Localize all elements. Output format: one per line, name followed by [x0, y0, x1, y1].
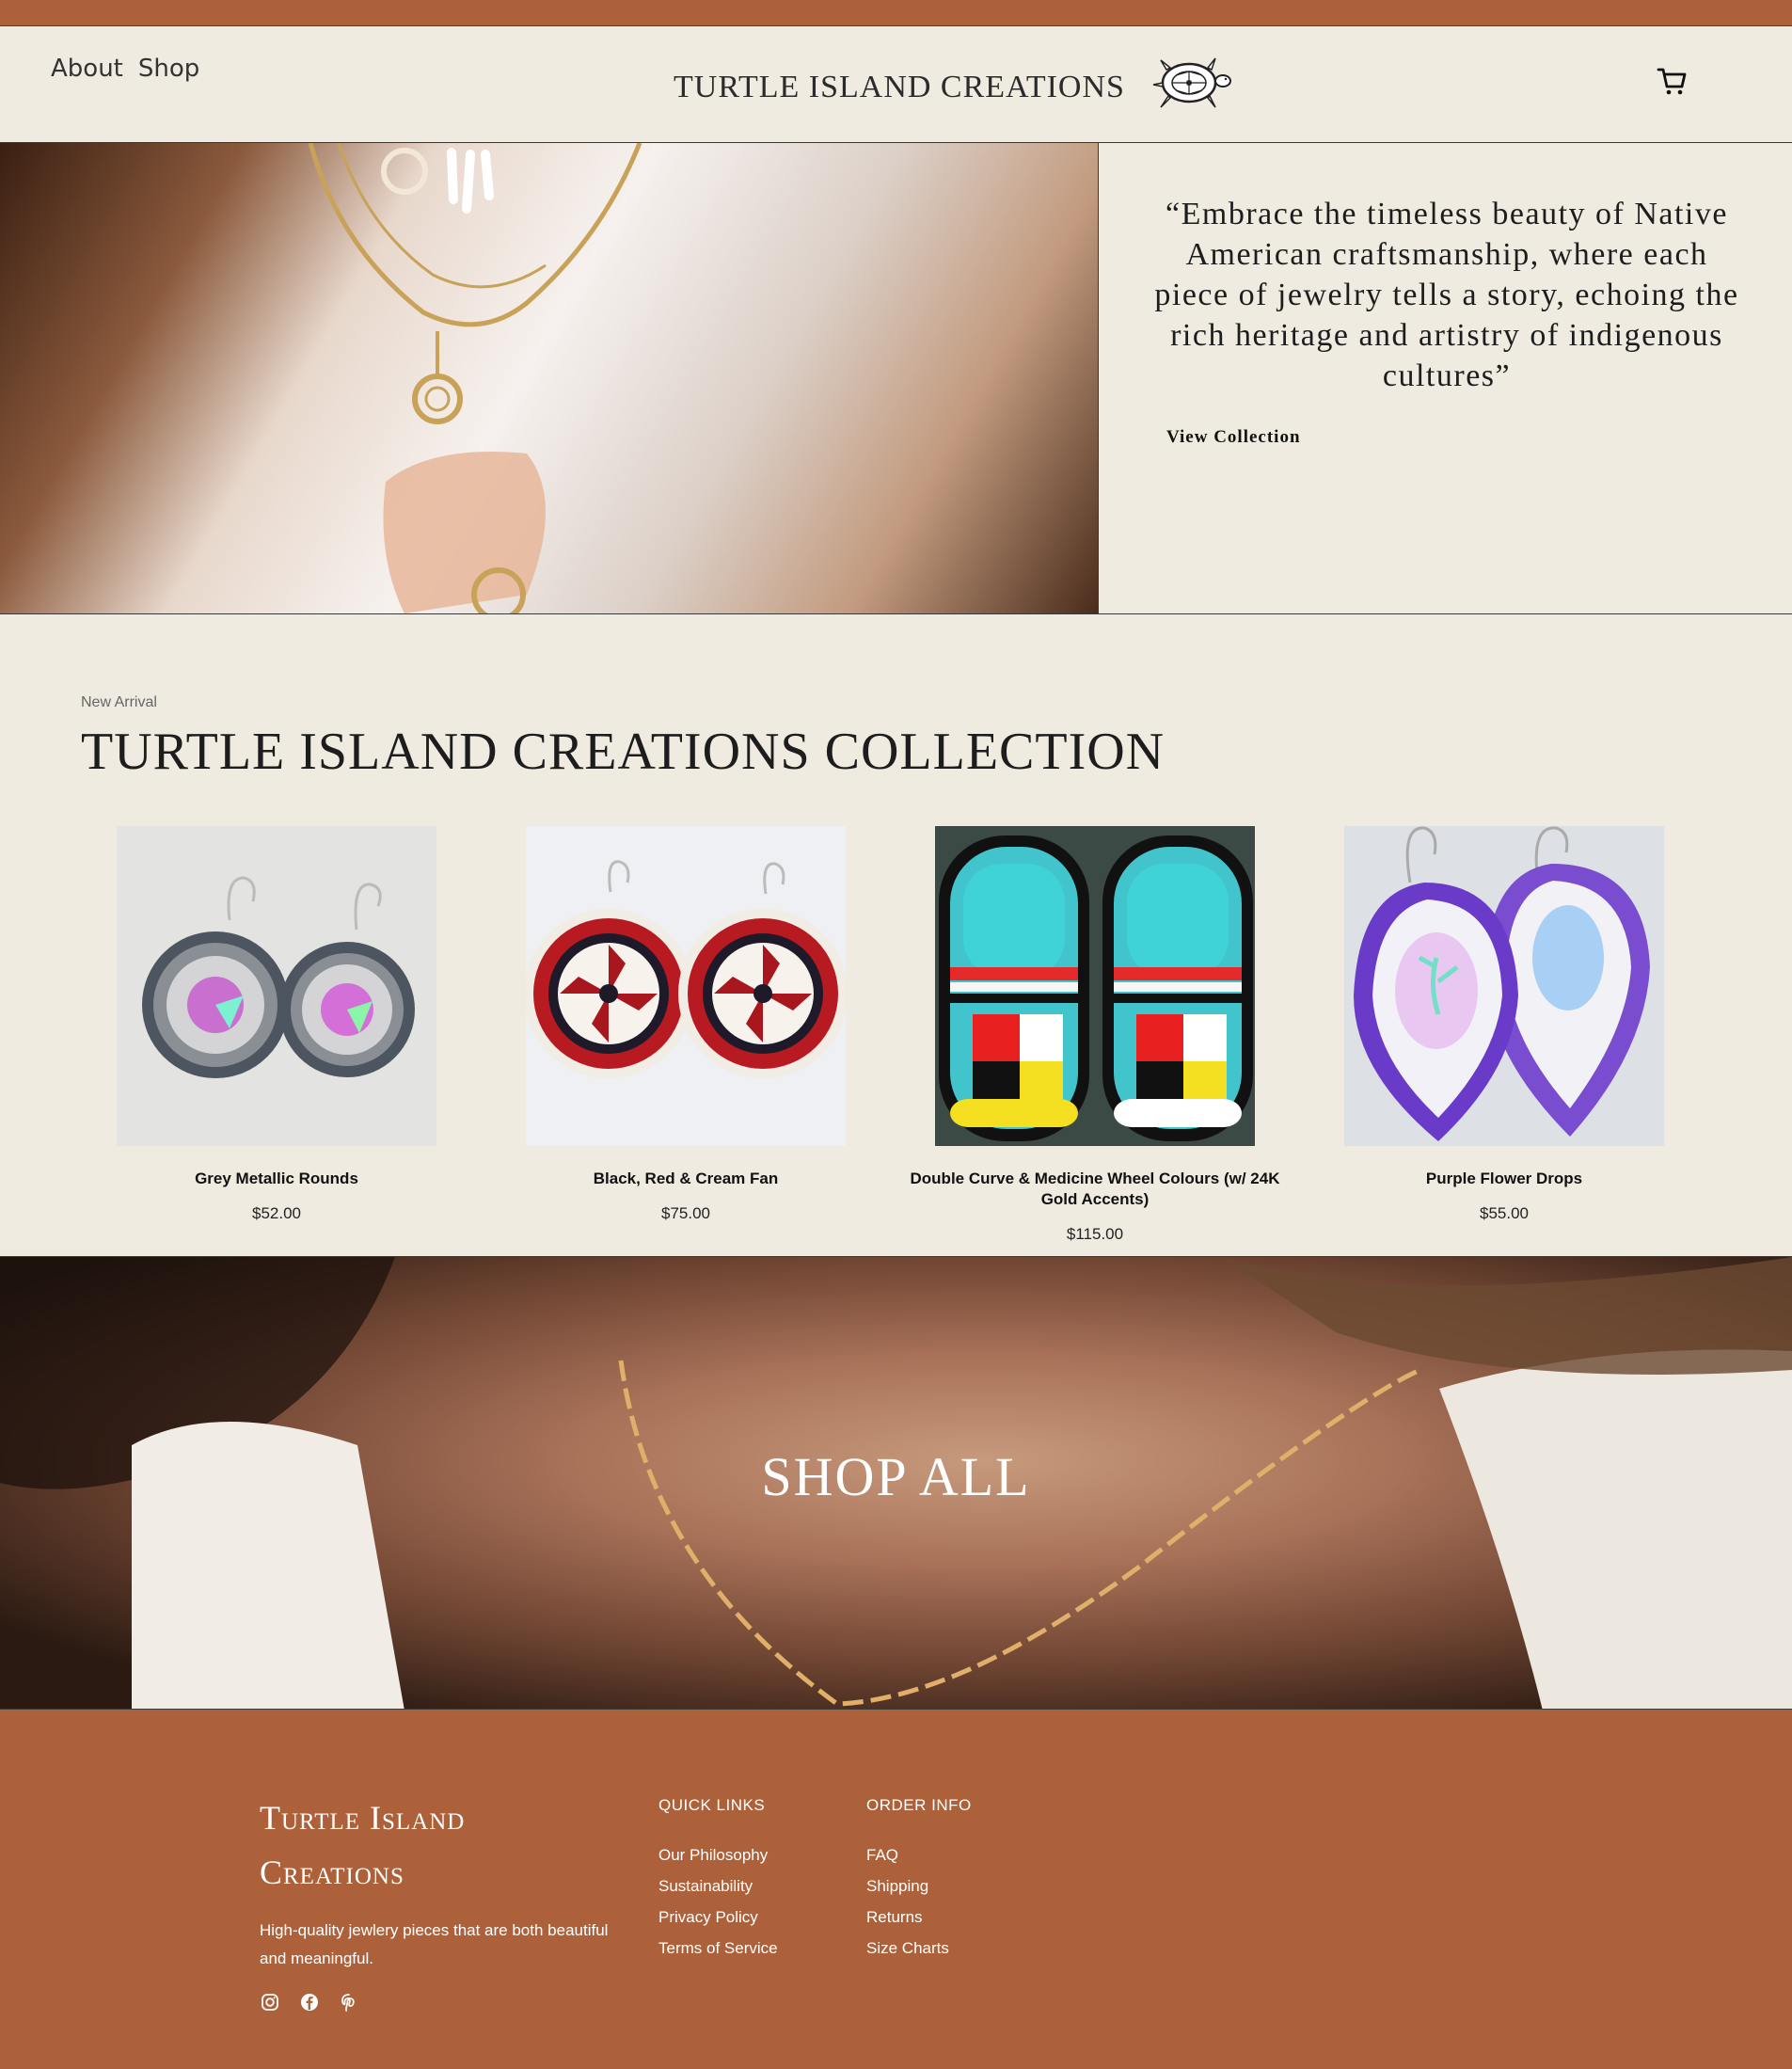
hero-section: “Embrace the timeless beauty of Native A…	[0, 143, 1792, 614]
instagram-icon[interactable]	[260, 1992, 280, 2013]
footer-link-returns[interactable]: Returns	[866, 1902, 972, 1933]
product-image[interactable]	[1344, 826, 1664, 1146]
cart-icon[interactable]	[1656, 64, 1689, 98]
main-nav: About Shop	[51, 55, 199, 83]
footer-link-privacy-policy[interactable]: Privacy Policy	[658, 1902, 778, 1933]
top-announcement-bar	[0, 0, 1792, 26]
brand-name: TURTLE ISLAND CREATIONS	[674, 70, 1125, 104]
product-name[interactable]: Grey Metallic Rounds	[79, 1169, 474, 1189]
footer-link-size-charts[interactable]: Size Charts	[866, 1933, 972, 1964]
hero-text-panel: “Embrace the timeless beauty of Native A…	[1099, 143, 1792, 613]
product-price: $55.00	[1480, 1204, 1529, 1222]
product-price: $75.00	[661, 1204, 710, 1222]
nav-shop-link[interactable]: Shop	[138, 55, 199, 83]
section-eyebrow: New Arrival	[81, 694, 157, 710]
nav-about-link[interactable]: About	[51, 55, 123, 83]
pinterest-icon[interactable]	[339, 1992, 359, 2013]
view-collection-link[interactable]: View Collection	[1166, 427, 1301, 448]
product-name[interactable]: Double Curve & Medicine Wheel Colours (w…	[897, 1169, 1292, 1210]
social-links	[260, 1992, 359, 2013]
footer-link-our-philosophy[interactable]: Our Philosophy	[658, 1839, 778, 1870]
quick-links-heading: QUICK LINKS	[658, 1796, 766, 1814]
new-arrival-section: New Arrival TURTLE ISLAND CREATIONS COLL…	[0, 614, 1792, 1256]
product-card[interactable]: Double Curve & Medicine Wheel Colours (w…	[897, 826, 1292, 1244]
product-name[interactable]: Black, Red & Cream Fan	[488, 1169, 883, 1189]
shop-all-banner[interactable]: SHOP ALL	[0, 1256, 1792, 1710]
product-price: $52.00	[252, 1204, 301, 1222]
collection-title: TURTLE ISLAND CREATIONS COLLECTION	[81, 723, 1166, 781]
footer-order-info: ORDER INFO FAQ Shipping Returns Size Cha…	[866, 1796, 972, 1964]
hero-necklace-image	[0, 143, 1099, 613]
facebook-icon[interactable]	[299, 1992, 320, 2013]
product-card[interactable]: Purple Flower Drops $55.00	[1307, 826, 1702, 1223]
footer-link-terms-of-service[interactable]: Terms of Service	[658, 1933, 778, 1964]
product-price: $115.00	[1066, 1225, 1124, 1243]
product-image[interactable]	[935, 826, 1255, 1146]
footer-brand-name: Turtle Island Creations	[260, 1799, 466, 1891]
product-image[interactable]	[117, 826, 436, 1146]
turtle-logo-icon	[1152, 57, 1231, 108]
footer-link-faq[interactable]: FAQ	[866, 1839, 972, 1870]
product-image[interactable]	[526, 826, 846, 1146]
shop-all-label[interactable]: SHOP ALL	[0, 1445, 1792, 1508]
footer-quick-links: QUICK LINKS Our Philosophy Sustainabilit…	[658, 1796, 778, 1964]
brand-logo-link[interactable]: TURTLE ISLAND CREATIONS	[674, 57, 1234, 117]
site-footer: Turtle Island Creations High-quality jew…	[0, 1710, 1792, 2069]
footer-link-sustainability[interactable]: Sustainability	[658, 1870, 778, 1902]
hero-quote: “Embrace the timeless beauty of Native A…	[1154, 197, 1739, 393]
product-card[interactable]: Grey Metallic Rounds $52.00	[79, 826, 474, 1223]
footer-link-shipping[interactable]: Shipping	[866, 1870, 972, 1902]
footer-tagline: High-quality jewlery pieces that are bot…	[260, 1921, 609, 1967]
product-name[interactable]: Purple Flower Drops	[1307, 1169, 1702, 1189]
site-header: About Shop TURTLE ISLAND CREATIONS	[0, 26, 1792, 143]
product-card[interactable]: Black, Red & Cream Fan $75.00	[488, 826, 883, 1223]
order-info-heading: ORDER INFO	[866, 1796, 972, 1814]
